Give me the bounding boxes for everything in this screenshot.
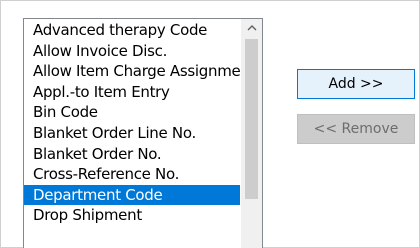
list-item[interactable]: Bin Code <box>24 102 240 123</box>
list-item[interactable]: Drop Shipment <box>24 205 240 226</box>
list-item[interactable]: Blanket Order Line No. <box>24 123 240 144</box>
chevron-up-icon <box>247 25 256 31</box>
list-item[interactable]: Cross-Reference No. <box>24 164 240 185</box>
add-button[interactable]: Add >> <box>297 69 415 99</box>
list-items-container: Advanced therapy Code Allow Invoice Disc… <box>24 19 240 248</box>
vertical-scrollbar[interactable] <box>241 19 262 248</box>
available-fields-list[interactable]: Advanced therapy Code Allow Invoice Disc… <box>23 18 263 248</box>
list-item[interactable]: Allow Invoice Disc. <box>24 41 240 62</box>
list-item[interactable]: Blanket Order No. <box>24 144 240 165</box>
list-item[interactable]: Allow Item Charge Assignment <box>24 61 240 82</box>
list-item-selected[interactable]: Department Code <box>24 184 240 206</box>
scroll-thumb[interactable] <box>245 39 258 199</box>
scroll-up-button[interactable] <box>241 19 262 38</box>
list-item[interactable]: Appl.-to Item Entry <box>24 82 240 103</box>
dialog-panel: Advanced therapy Code Allow Invoice Disc… <box>0 0 420 248</box>
list-item[interactable]: Advanced therapy Code <box>24 20 240 41</box>
remove-button[interactable]: << Remove <box>297 114 415 144</box>
